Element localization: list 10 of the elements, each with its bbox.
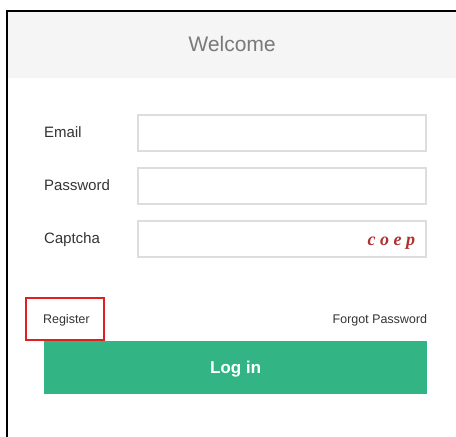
captcha-text: c o e p [368, 228, 415, 251]
forgot-password-link[interactable]: Forgot Password [332, 310, 427, 328]
register-link[interactable]: Register [27, 298, 103, 340]
password-field[interactable] [137, 167, 427, 205]
email-field[interactable] [137, 114, 427, 152]
welcome-title: Welcome [188, 32, 276, 58]
field-label: Captcha [44, 228, 101, 249]
field-label: Email [44, 122, 83, 143]
captcha-field[interactable]: c o e p [137, 220, 427, 258]
field-label: Password [44, 176, 111, 196]
